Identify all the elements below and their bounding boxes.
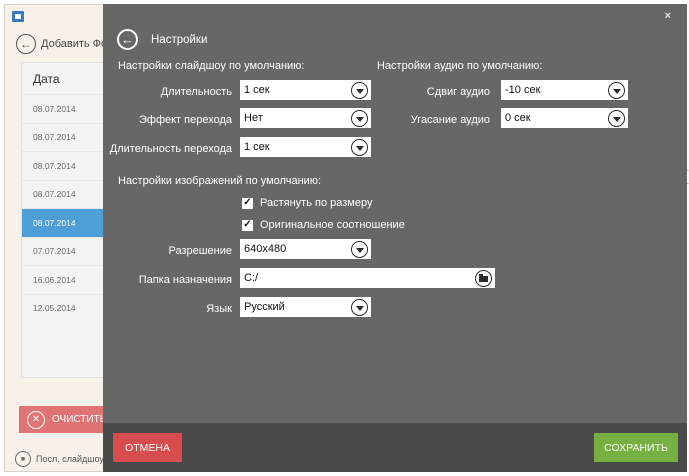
- audio-shift-value: -10 сек: [505, 84, 541, 96]
- stretch-checkbox[interactable]: ✓: [242, 197, 253, 209]
- row-date: 08.07.2014: [33, 132, 76, 143]
- destination-folder-value: C:/: [244, 272, 259, 284]
- table-row[interactable]: 08.07.2014 s: [22, 94, 110, 123]
- audio-fade-label: Угасание аудио: [410, 114, 490, 126]
- chevron-down-icon: [608, 81, 625, 99]
- table-row[interactable]: 08.07.2014 s: [22, 179, 110, 209]
- table-row[interactable]: 16.06.2014 s: [22, 265, 110, 294]
- table-header: Дата И: [22, 63, 110, 94]
- original-ratio-label: Оригинальное соотношение: [260, 219, 405, 231]
- row-date: 08.07.2014: [33, 160, 76, 171]
- table-row-selected[interactable]: 08.07.2014 s: [22, 208, 110, 237]
- dialog-header: ← Настройки: [117, 29, 207, 50]
- duration-select[interactable]: 1 сек: [240, 80, 371, 100]
- table-row[interactable]: 12.05.2014 s: [22, 293, 110, 323]
- stretch-label: Растянуть по размеру: [260, 197, 373, 209]
- row-date: 07.07.2014: [33, 246, 76, 257]
- duration-value: 1 сек: [244, 84, 270, 96]
- original-ratio-checkbox[interactable]: ✓: [242, 219, 253, 231]
- transition-effect-value: Нет: [244, 112, 263, 124]
- row-date: 16.06.2014: [33, 274, 76, 285]
- duration-label: Длительность: [160, 86, 232, 98]
- settings-dialog: × ← Настройки Настройки слайдшоу по умол…: [103, 4, 687, 472]
- transition-duration-select[interactable]: 1 сек: [240, 137, 371, 157]
- transition-duration-value: 1 сек: [244, 141, 270, 153]
- chevron-down-icon: [351, 138, 368, 156]
- audio-fade-value: 0 сек: [505, 112, 531, 124]
- last-slideshow-label: Посл. слайдшоу: [36, 454, 104, 464]
- clear-x-icon: ✕: [27, 410, 45, 429]
- last-slideshow-link[interactable]: ■ Посл. слайдшоу: [15, 451, 104, 467]
- chevron-down-icon: [351, 298, 368, 316]
- folder-icon: [479, 274, 488, 282]
- column-header-date[interactable]: Дата: [33, 72, 60, 86]
- audio-settings-heading: Настройки аудио по умолчанию:: [377, 60, 543, 72]
- audio-shift-select[interactable]: -10 сек: [501, 80, 628, 100]
- dialog-footer: ОТМЕНА СОХРАНИТЬ: [103, 423, 687, 472]
- transition-effect-select[interactable]: Нет: [240, 108, 371, 128]
- folder-icon: ■: [15, 451, 31, 467]
- row-date: 12.05.2014: [33, 303, 76, 314]
- original-ratio-checkbox-row[interactable]: ✓ Оригинальное соотношение: [242, 219, 405, 231]
- row-date: 08.07.2014: [33, 189, 76, 200]
- clear-button[interactable]: ✕ ОЧИСТИТЬ И: [19, 406, 111, 433]
- resolution-value: 640x480: [244, 243, 287, 255]
- transition-duration-label: Длительность перехода: [109, 143, 232, 155]
- language-select[interactable]: Русский: [240, 297, 371, 317]
- language-value: Русский: [244, 301, 285, 313]
- audio-shift-label: Сдвиг аудио: [426, 86, 490, 98]
- close-icon[interactable]: ×: [665, 10, 671, 22]
- resolution-select[interactable]: 640x480: [240, 239, 371, 259]
- app-logo-icon: [12, 11, 24, 22]
- resolution-label: Разрешение: [168, 245, 232, 257]
- table-row[interactable]: 08.07.2014 s: [22, 122, 110, 152]
- back-arrow-icon[interactable]: ←: [117, 29, 138, 50]
- destination-folder-field[interactable]: C:/: [240, 268, 495, 288]
- slideshow-table: Дата И 08.07.2014 s 08.07.2014 s 08.07.2…: [21, 62, 111, 378]
- stretch-checkbox-row[interactable]: ✓ Растянуть по размеру: [242, 197, 372, 209]
- slideshow-settings-heading: Настройки слайдшоу по умолчанию:: [118, 60, 305, 72]
- chevron-down-icon: [351, 240, 368, 258]
- table-row[interactable]: 08.07.2014 s: [22, 151, 110, 180]
- transition-effect-label: Эффект перехода: [138, 114, 232, 126]
- dialog-title: Настройки: [151, 33, 208, 46]
- save-button[interactable]: СОХРАНИТЬ: [594, 433, 678, 462]
- audio-fade-select[interactable]: 0 сек: [501, 108, 628, 128]
- browse-folder-button[interactable]: [475, 269, 492, 287]
- chevron-down-icon: [351, 81, 368, 99]
- back-arrow-icon: ←: [16, 34, 36, 54]
- row-date: 08.07.2014: [33, 103, 76, 114]
- destination-folder-label: Папка назначения: [138, 274, 232, 286]
- image-settings-heading: Настройки изображений по умолчанию:: [118, 175, 322, 187]
- chevron-down-icon: [351, 109, 368, 127]
- table-row[interactable]: 07.07.2014 s: [22, 236, 110, 266]
- language-label: Язык: [206, 303, 232, 315]
- cancel-button[interactable]: ОТМЕНА: [113, 433, 182, 462]
- chevron-down-icon: [608, 109, 625, 127]
- row-date: 08.07.2014: [33, 217, 76, 228]
